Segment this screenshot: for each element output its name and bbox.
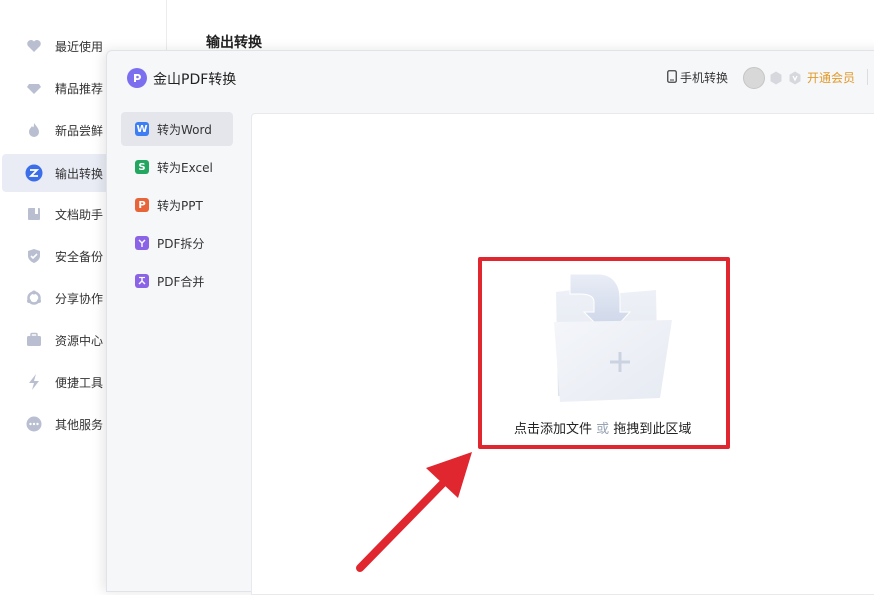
app-logo-icon	[127, 68, 147, 88]
section-title: 输出转换	[206, 35, 262, 51]
share-icon	[25, 289, 43, 307]
menu-label: 转为Excel	[157, 160, 213, 175]
highlight-annotation-box	[478, 257, 730, 449]
ppt-icon: P	[135, 198, 149, 212]
menu-label: 转为Word	[157, 122, 212, 137]
shield-icon	[25, 247, 43, 265]
mobile-convert-label: 手机转换	[680, 71, 729, 85]
open-vip-link[interactable]: 开通会员	[807, 69, 855, 86]
sidebar-item-label: 最近使用	[55, 39, 104, 54]
heart-icon	[25, 37, 43, 55]
excel-icon: S	[135, 160, 149, 174]
menu-label: PDF拆分	[157, 236, 205, 251]
book-icon	[25, 205, 43, 223]
convert-icon	[25, 164, 43, 182]
avatar[interactable]	[743, 67, 765, 89]
vip-badge-icon	[788, 70, 802, 85]
split-icon	[135, 236, 149, 250]
sidebar-item-label: 安全备份	[55, 249, 104, 264]
sidebar-item-label: 新品尝鲜	[55, 123, 104, 138]
more-icon	[25, 415, 43, 433]
sidebar-item-label: 分享协作	[55, 291, 104, 306]
divider	[867, 69, 868, 85]
menu-label: PDF合并	[157, 274, 205, 289]
lightning-icon	[25, 373, 43, 391]
briefcase-icon	[25, 331, 43, 349]
merge-icon	[135, 274, 149, 288]
menu-to-ppt[interactable]: P 转为PPT	[121, 188, 233, 222]
diamond-icon	[25, 79, 43, 97]
menu-pdf-split[interactable]: PDF拆分	[121, 226, 233, 260]
menu-to-excel[interactable]: S 转为Excel	[121, 150, 233, 184]
annotation-arrow-icon	[356, 452, 472, 572]
flame-icon	[25, 121, 43, 139]
sidebar-item-label: 文档助手	[55, 207, 104, 222]
mobile-convert-button[interactable]: 手机转换	[667, 69, 728, 86]
menu-label: 转为PPT	[157, 198, 203, 213]
menu-pdf-merge[interactable]: PDF合并	[121, 264, 233, 298]
app-title: 金山PDF转换	[153, 72, 237, 88]
sidebar-item-label: 资源中心	[55, 333, 104, 348]
sidebar-item-label: 输出转换	[55, 166, 104, 181]
badge-icon	[769, 70, 783, 85]
sidebar-item-label: 精品推荐	[55, 81, 104, 96]
sidebar-item-label: 其他服务	[55, 417, 104, 432]
window-titlebar: 金山PDF转换 手机转换 开通会员	[107, 51, 874, 103]
sidebar-item-label: 便捷工具	[55, 375, 104, 390]
word-icon: W	[135, 122, 149, 136]
menu-to-word[interactable]: W 转为Word	[121, 112, 233, 146]
phone-icon	[667, 69, 677, 86]
